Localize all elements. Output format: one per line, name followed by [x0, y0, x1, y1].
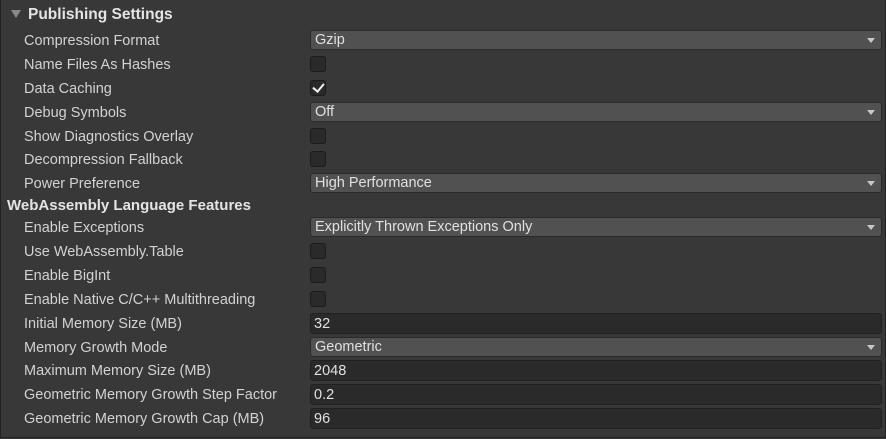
publishing-settings-panel: Publishing Settings Compression Format G… — [0, 0, 886, 438]
show-diagnostics-overlay-checkbox[interactable] — [310, 128, 326, 144]
memory-growth-mode-label: Memory Growth Mode — [24, 340, 168, 356]
name-files-as-hashes-row: Name Files As Hashes — [1, 53, 885, 77]
geometric-growth-cap-row: Geometric Memory Growth Cap (MB) 96 — [1, 407, 885, 431]
section-title: Publishing Settings — [28, 6, 173, 23]
memory-growth-mode-row: Memory Growth Mode Geometric — [1, 336, 885, 360]
enable-multithreading-label: Enable Native C/C++ Multithreading — [24, 292, 256, 308]
data-caching-checkbox[interactable] — [310, 80, 326, 96]
compression-format-value: Gzip — [315, 32, 345, 48]
show-diagnostics-overlay-row: Show Diagnostics Overlay — [1, 125, 885, 149]
geometric-step-factor-row: Geometric Memory Growth Step Factor 0.2 — [1, 383, 885, 407]
compression-format-row: Compression Format Gzip — [1, 29, 885, 53]
compression-format-label: Compression Format — [24, 33, 160, 49]
enable-multithreading-row: Enable Native C/C++ Multithreading — [1, 288, 885, 312]
enable-exceptions-row: Enable Exceptions Explicitly Thrown Exce… — [1, 216, 885, 240]
maximum-memory-size-value: 2048 — [314, 363, 347, 379]
geometric-growth-cap-value: 96 — [314, 411, 331, 427]
data-caching-label: Data Caching — [24, 81, 112, 97]
name-files-as-hashes-label: Name Files As Hashes — [24, 57, 171, 73]
use-wasm-table-label: Use WebAssembly.Table — [24, 244, 184, 260]
enable-multithreading-checkbox[interactable] — [310, 291, 326, 307]
maximum-memory-size-row: Maximum Memory Size (MB) 2048 — [1, 359, 885, 383]
enable-bigint-checkbox[interactable] — [310, 267, 326, 283]
power-preference-value: High Performance — [315, 175, 432, 191]
enable-exceptions-dropdown[interactable]: Explicitly Thrown Exceptions Only — [310, 217, 882, 237]
initial-memory-size-value: 32 — [314, 316, 331, 332]
memory-growth-mode-dropdown[interactable]: Geometric — [310, 337, 882, 357]
wasm-features-heading: WebAssembly Language Features — [7, 197, 251, 214]
geometric-step-factor-label: Geometric Memory Growth Step Factor — [24, 387, 278, 403]
geometric-step-factor-value: 0.2 — [314, 387, 335, 403]
enable-bigint-row: Enable BigInt — [1, 264, 885, 288]
use-wasm-table-checkbox[interactable] — [310, 243, 326, 259]
chevron-down-icon — [867, 38, 875, 43]
triangle-down-icon[interactable] — [11, 10, 21, 18]
debug-symbols-dropdown[interactable]: Off — [310, 102, 882, 122]
enable-exceptions-label: Enable Exceptions — [24, 220, 145, 236]
chevron-down-icon — [867, 225, 875, 230]
decompression-fallback-checkbox[interactable] — [310, 151, 326, 167]
geometric-growth-cap-label: Geometric Memory Growth Cap (MB) — [24, 411, 265, 427]
compression-format-dropdown[interactable]: Gzip — [310, 30, 882, 50]
initial-memory-size-row: Initial Memory Size (MB) 32 — [1, 312, 885, 336]
enable-bigint-label: Enable BigInt — [24, 268, 111, 284]
geometric-growth-cap-field[interactable]: 96 — [310, 408, 882, 429]
power-preference-row: Power Preference High Performance — [1, 172, 885, 196]
enable-exceptions-value: Explicitly Thrown Exceptions Only — [315, 219, 533, 235]
maximum-memory-size-field[interactable]: 2048 — [310, 360, 882, 381]
use-wasm-table-row: Use WebAssembly.Table — [1, 240, 885, 264]
publishing-settings-foldout[interactable]: Publishing Settings — [1, 1, 885, 27]
name-files-as-hashes-checkbox[interactable] — [310, 56, 326, 72]
initial-memory-size-field[interactable]: 32 — [310, 313, 882, 334]
debug-symbols-value: Off — [315, 104, 335, 120]
decompression-fallback-label: Decompression Fallback — [24, 152, 183, 168]
geometric-step-factor-field[interactable]: 0.2 — [310, 384, 882, 405]
checkmark-icon — [312, 80, 325, 93]
data-caching-row: Data Caching — [1, 77, 885, 101]
maximum-memory-size-label: Maximum Memory Size (MB) — [24, 363, 211, 379]
power-preference-label: Power Preference — [24, 176, 141, 192]
memory-growth-mode-value: Geometric — [315, 339, 382, 355]
decompression-fallback-row: Decompression Fallback — [1, 148, 885, 172]
debug-symbols-label: Debug Symbols — [24, 105, 127, 121]
power-preference-dropdown[interactable]: High Performance — [310, 173, 882, 193]
chevron-down-icon — [867, 110, 875, 115]
chevron-down-icon — [867, 345, 875, 350]
debug-symbols-row: Debug Symbols Off — [1, 101, 885, 125]
show-diagnostics-overlay-label: Show Diagnostics Overlay — [24, 129, 194, 145]
initial-memory-size-label: Initial Memory Size (MB) — [24, 316, 182, 332]
chevron-down-icon — [867, 181, 875, 186]
